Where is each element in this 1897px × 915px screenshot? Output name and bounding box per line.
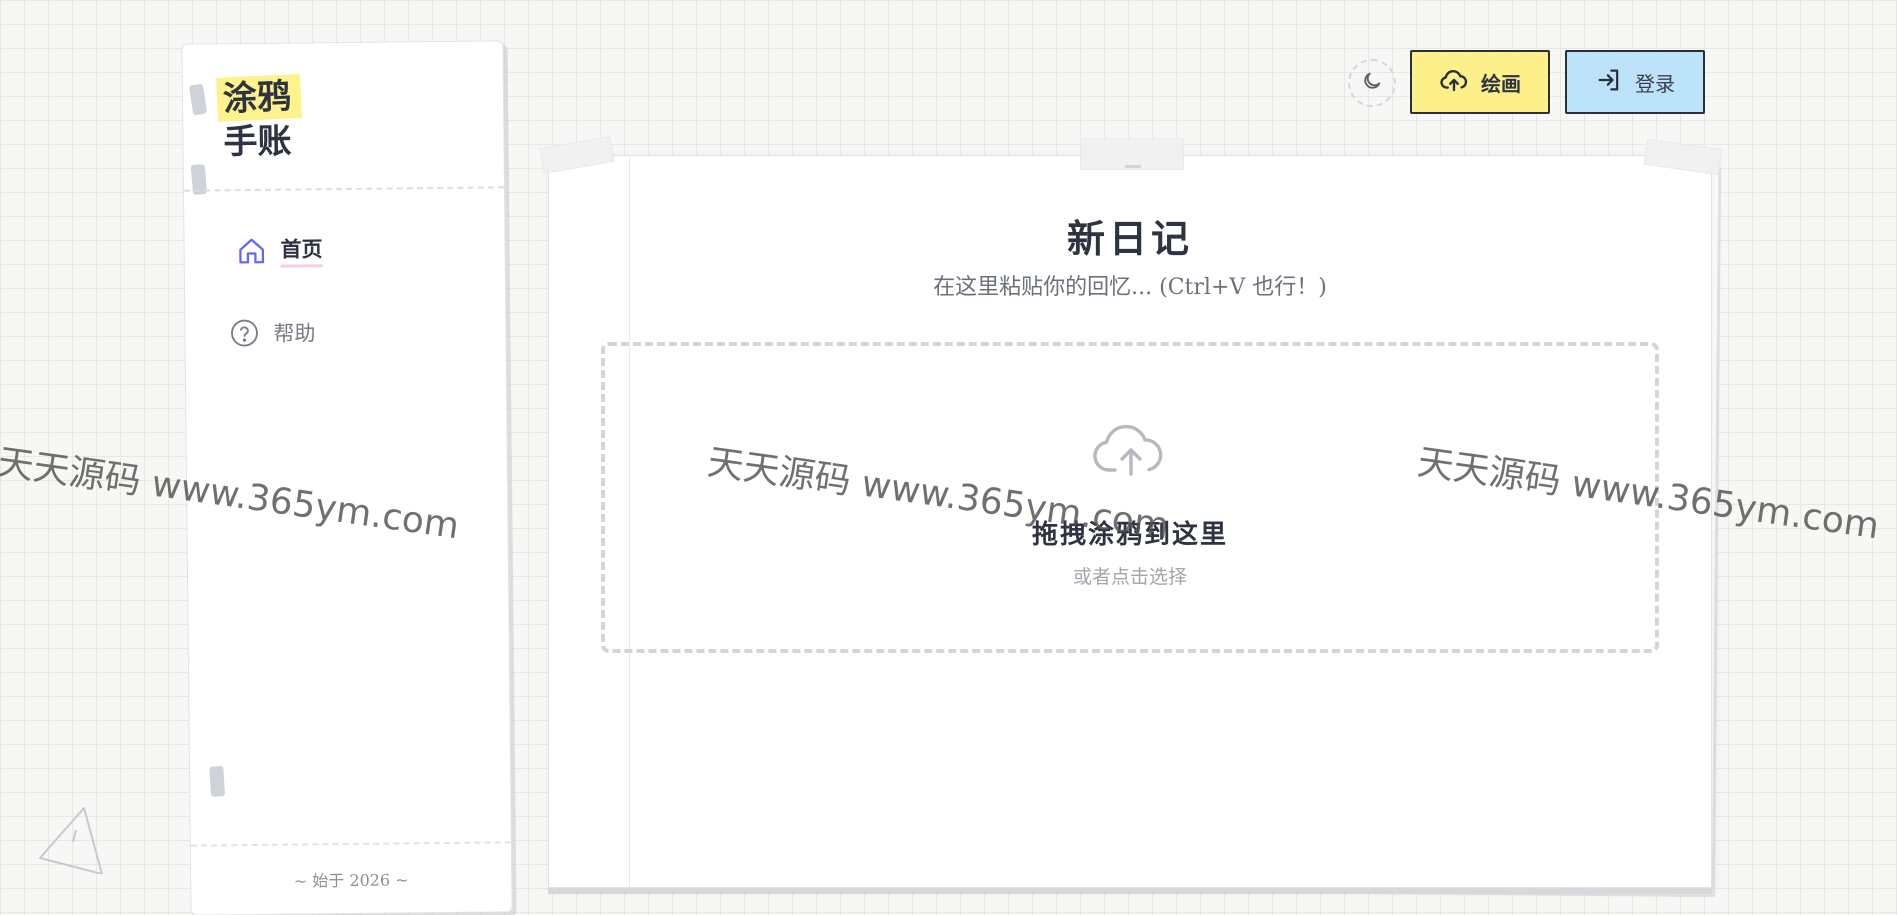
dropzone-title: 拖拽涂鸦到这里 bbox=[1031, 520, 1228, 550]
warning-doodle-icon bbox=[36, 804, 106, 878]
sidebar-divider bbox=[183, 186, 504, 192]
draw-button[interactable]: 绘画 bbox=[1410, 50, 1550, 114]
login-arrow-icon bbox=[1595, 66, 1623, 99]
sidebar-item-help[interactable]: 帮助 bbox=[229, 317, 316, 348]
tape-decoration bbox=[539, 135, 615, 175]
tape-decoration bbox=[188, 83, 208, 116]
tape-decoration bbox=[1080, 138, 1184, 170]
page-subtitle: 在这里粘贴你的回忆... (Ctrl+V 也行！) bbox=[933, 275, 1327, 300]
app-logo[interactable]: 涂鸦 手账 bbox=[216, 74, 302, 164]
draw-button-label: 绘画 bbox=[1481, 71, 1521, 96]
sidebar-item-home[interactable]: 首页 bbox=[236, 233, 323, 268]
dropzone-subtitle: 或者点击选择 bbox=[1072, 566, 1187, 588]
help-circle-icon bbox=[229, 318, 259, 348]
page-title: 新日记 bbox=[1066, 216, 1193, 261]
sidebar-item-label: 首页 bbox=[280, 233, 323, 268]
logo-line-1: 涂鸦 bbox=[216, 74, 302, 122]
diary-paper: 新日记 在这里粘贴你的回忆... (Ctrl+V 也行！) 拖拽涂鸦到这里 或者… bbox=[539, 135, 1723, 888]
theme-toggle-button[interactable] bbox=[1348, 59, 1396, 107]
login-button-label: 登录 bbox=[1635, 71, 1675, 96]
login-button[interactable]: 登录 bbox=[1565, 50, 1705, 114]
tape-decoration bbox=[209, 765, 226, 797]
logo-line-2: 手账 bbox=[223, 121, 292, 163]
sidebar-item-label: 帮助 bbox=[273, 321, 316, 346]
cloud-upload-icon bbox=[1439, 65, 1469, 100]
home-icon bbox=[236, 236, 266, 266]
sidebar-divider bbox=[190, 841, 511, 847]
tape-decoration bbox=[1643, 138, 1723, 176]
upload-dropzone[interactable]: 拖拽涂鸦到这里 或者点击选择 bbox=[601, 342, 1659, 653]
sidebar-footer: ~ 始于 2026 ~ bbox=[293, 870, 409, 891]
sidebar: 涂鸦 手账 首页 帮助 ~ 始于 2026 ~ bbox=[181, 40, 513, 915]
cloud-upload-icon bbox=[1091, 416, 1171, 484]
moon-icon bbox=[1361, 70, 1383, 96]
